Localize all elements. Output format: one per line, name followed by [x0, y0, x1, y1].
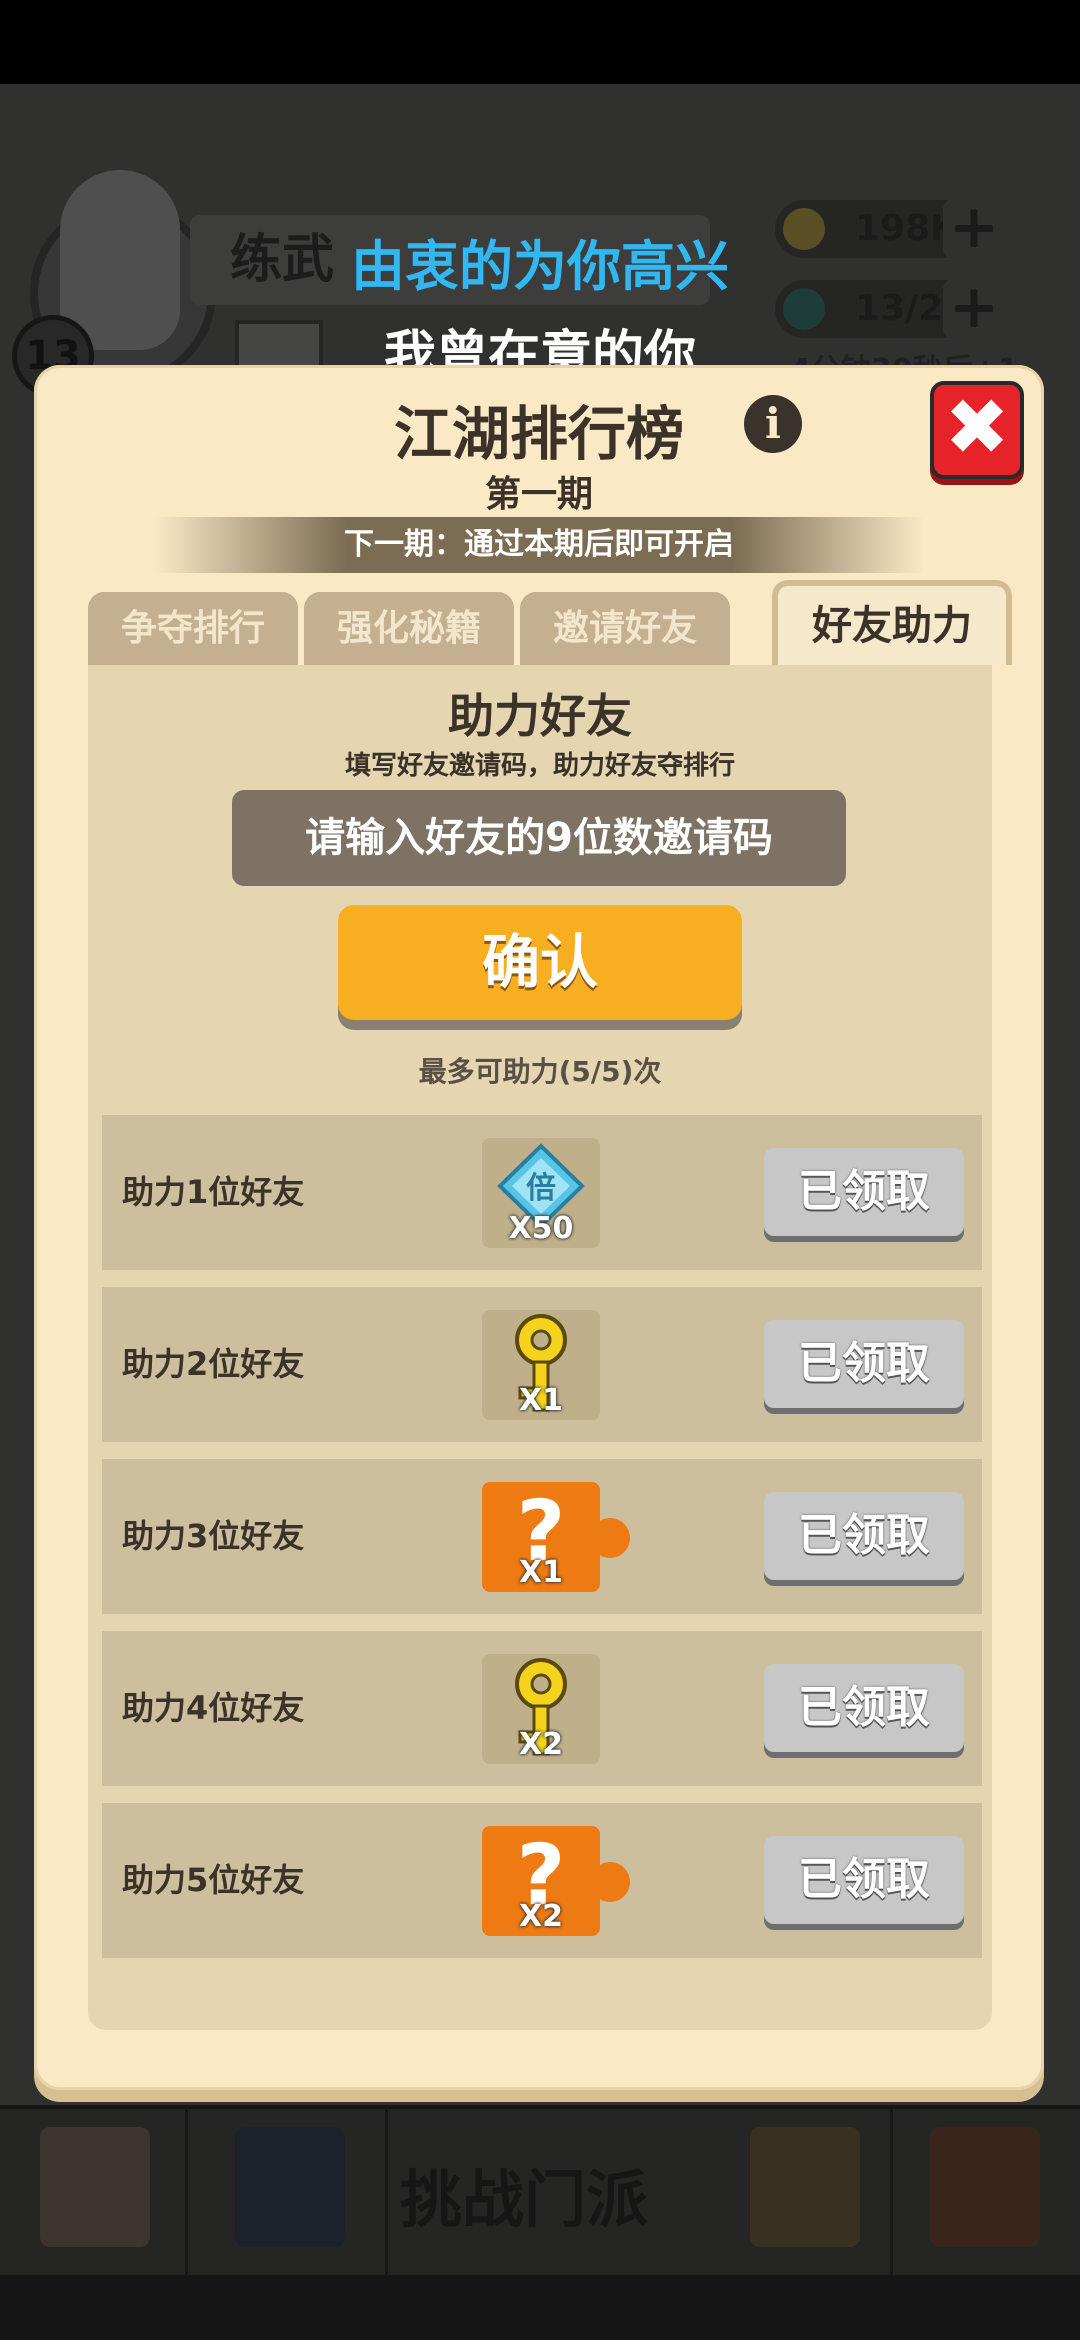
- claimed-button[interactable]: 已领取: [764, 1148, 964, 1236]
- close-icon: ✖: [944, 383, 1010, 473]
- modal-tabs: 争夺排行 强化秘籍 邀请好友 好友助力: [88, 580, 1018, 665]
- confirm-button[interactable]: 确认: [338, 905, 742, 1020]
- reward-count: X2: [518, 1727, 563, 1762]
- next-period-banner: 下一期：通过本期后即可开启: [154, 517, 924, 573]
- reward-count: X50: [508, 1211, 574, 1246]
- claimed-button[interactable]: 已领取: [764, 1664, 964, 1752]
- mystery-puzzle-icon: ? X1: [482, 1482, 630, 1592]
- mystery-puzzle-icon: ? X2: [482, 1826, 630, 1936]
- gold-key-icon: X2: [482, 1654, 600, 1764]
- reward-row: 助力1位好友 倍 X50 已领取: [102, 1115, 982, 1270]
- tab-invite-friends[interactable]: 邀请好友: [520, 592, 730, 665]
- reward-label: 助力3位好友: [122, 1517, 305, 1555]
- info-icon[interactable]: i: [744, 395, 802, 453]
- reward-count: X2: [518, 1899, 563, 1934]
- tab-enhance-manual[interactable]: 强化秘籍: [304, 592, 514, 665]
- reward-count: X1: [518, 1555, 563, 1590]
- friend-assist-panel: 助力好友 填写好友邀请码，助力好友夺排行 确认 最多可助力(5/5)次 助力1位…: [88, 665, 992, 2030]
- reward-row: 助力5位好友 ? X2 已领取: [102, 1803, 982, 1958]
- status-bar: [0, 0, 1080, 84]
- ranking-modal: 江湖排行榜 i ✖ 第一期 下一期：通过本期后即可开启 争夺排行 强化秘籍 邀请…: [34, 365, 1044, 2090]
- svg-text:倍: 倍: [526, 1171, 556, 1206]
- claimed-button[interactable]: 已领取: [764, 1836, 964, 1924]
- panel-title: 助力好友: [448, 689, 632, 743]
- claimed-button[interactable]: 已领取: [764, 1492, 964, 1580]
- modal-title: 江湖排行榜: [393, 400, 684, 468]
- reward-count: X1: [518, 1383, 563, 1418]
- invite-code-input[interactable]: [232, 790, 846, 886]
- tab-friend-assist[interactable]: 好友助力: [772, 580, 1012, 665]
- reward-label: 助力1位好友: [122, 1173, 305, 1211]
- reward-row: 助力3位好友 ? X1 已领取: [102, 1459, 982, 1614]
- period-label: 第一期: [484, 474, 593, 515]
- reward-label: 助力2位好友: [122, 1345, 305, 1383]
- claimed-button[interactable]: 已领取: [764, 1320, 964, 1408]
- assist-limit-text: 最多可助力(5/5)次: [418, 1055, 662, 1088]
- tab-compete-ranking[interactable]: 争夺排行: [88, 592, 298, 665]
- reward-label: 助力5位好友: [122, 1861, 305, 1899]
- reward-row: 助力2位好友 X1 已领取: [102, 1287, 982, 1442]
- lyric-line-1: 由衷的为你高兴: [351, 235, 729, 298]
- multiplier-gem-icon: 倍 X50: [482, 1138, 600, 1248]
- gold-key-icon: X1: [482, 1310, 600, 1420]
- panel-subtitle: 填写好友邀请码，助力好友夺排行: [344, 751, 735, 781]
- reward-label: 助力4位好友: [122, 1689, 305, 1727]
- reward-row: 助力4位好友 X2 已领取: [102, 1631, 982, 1786]
